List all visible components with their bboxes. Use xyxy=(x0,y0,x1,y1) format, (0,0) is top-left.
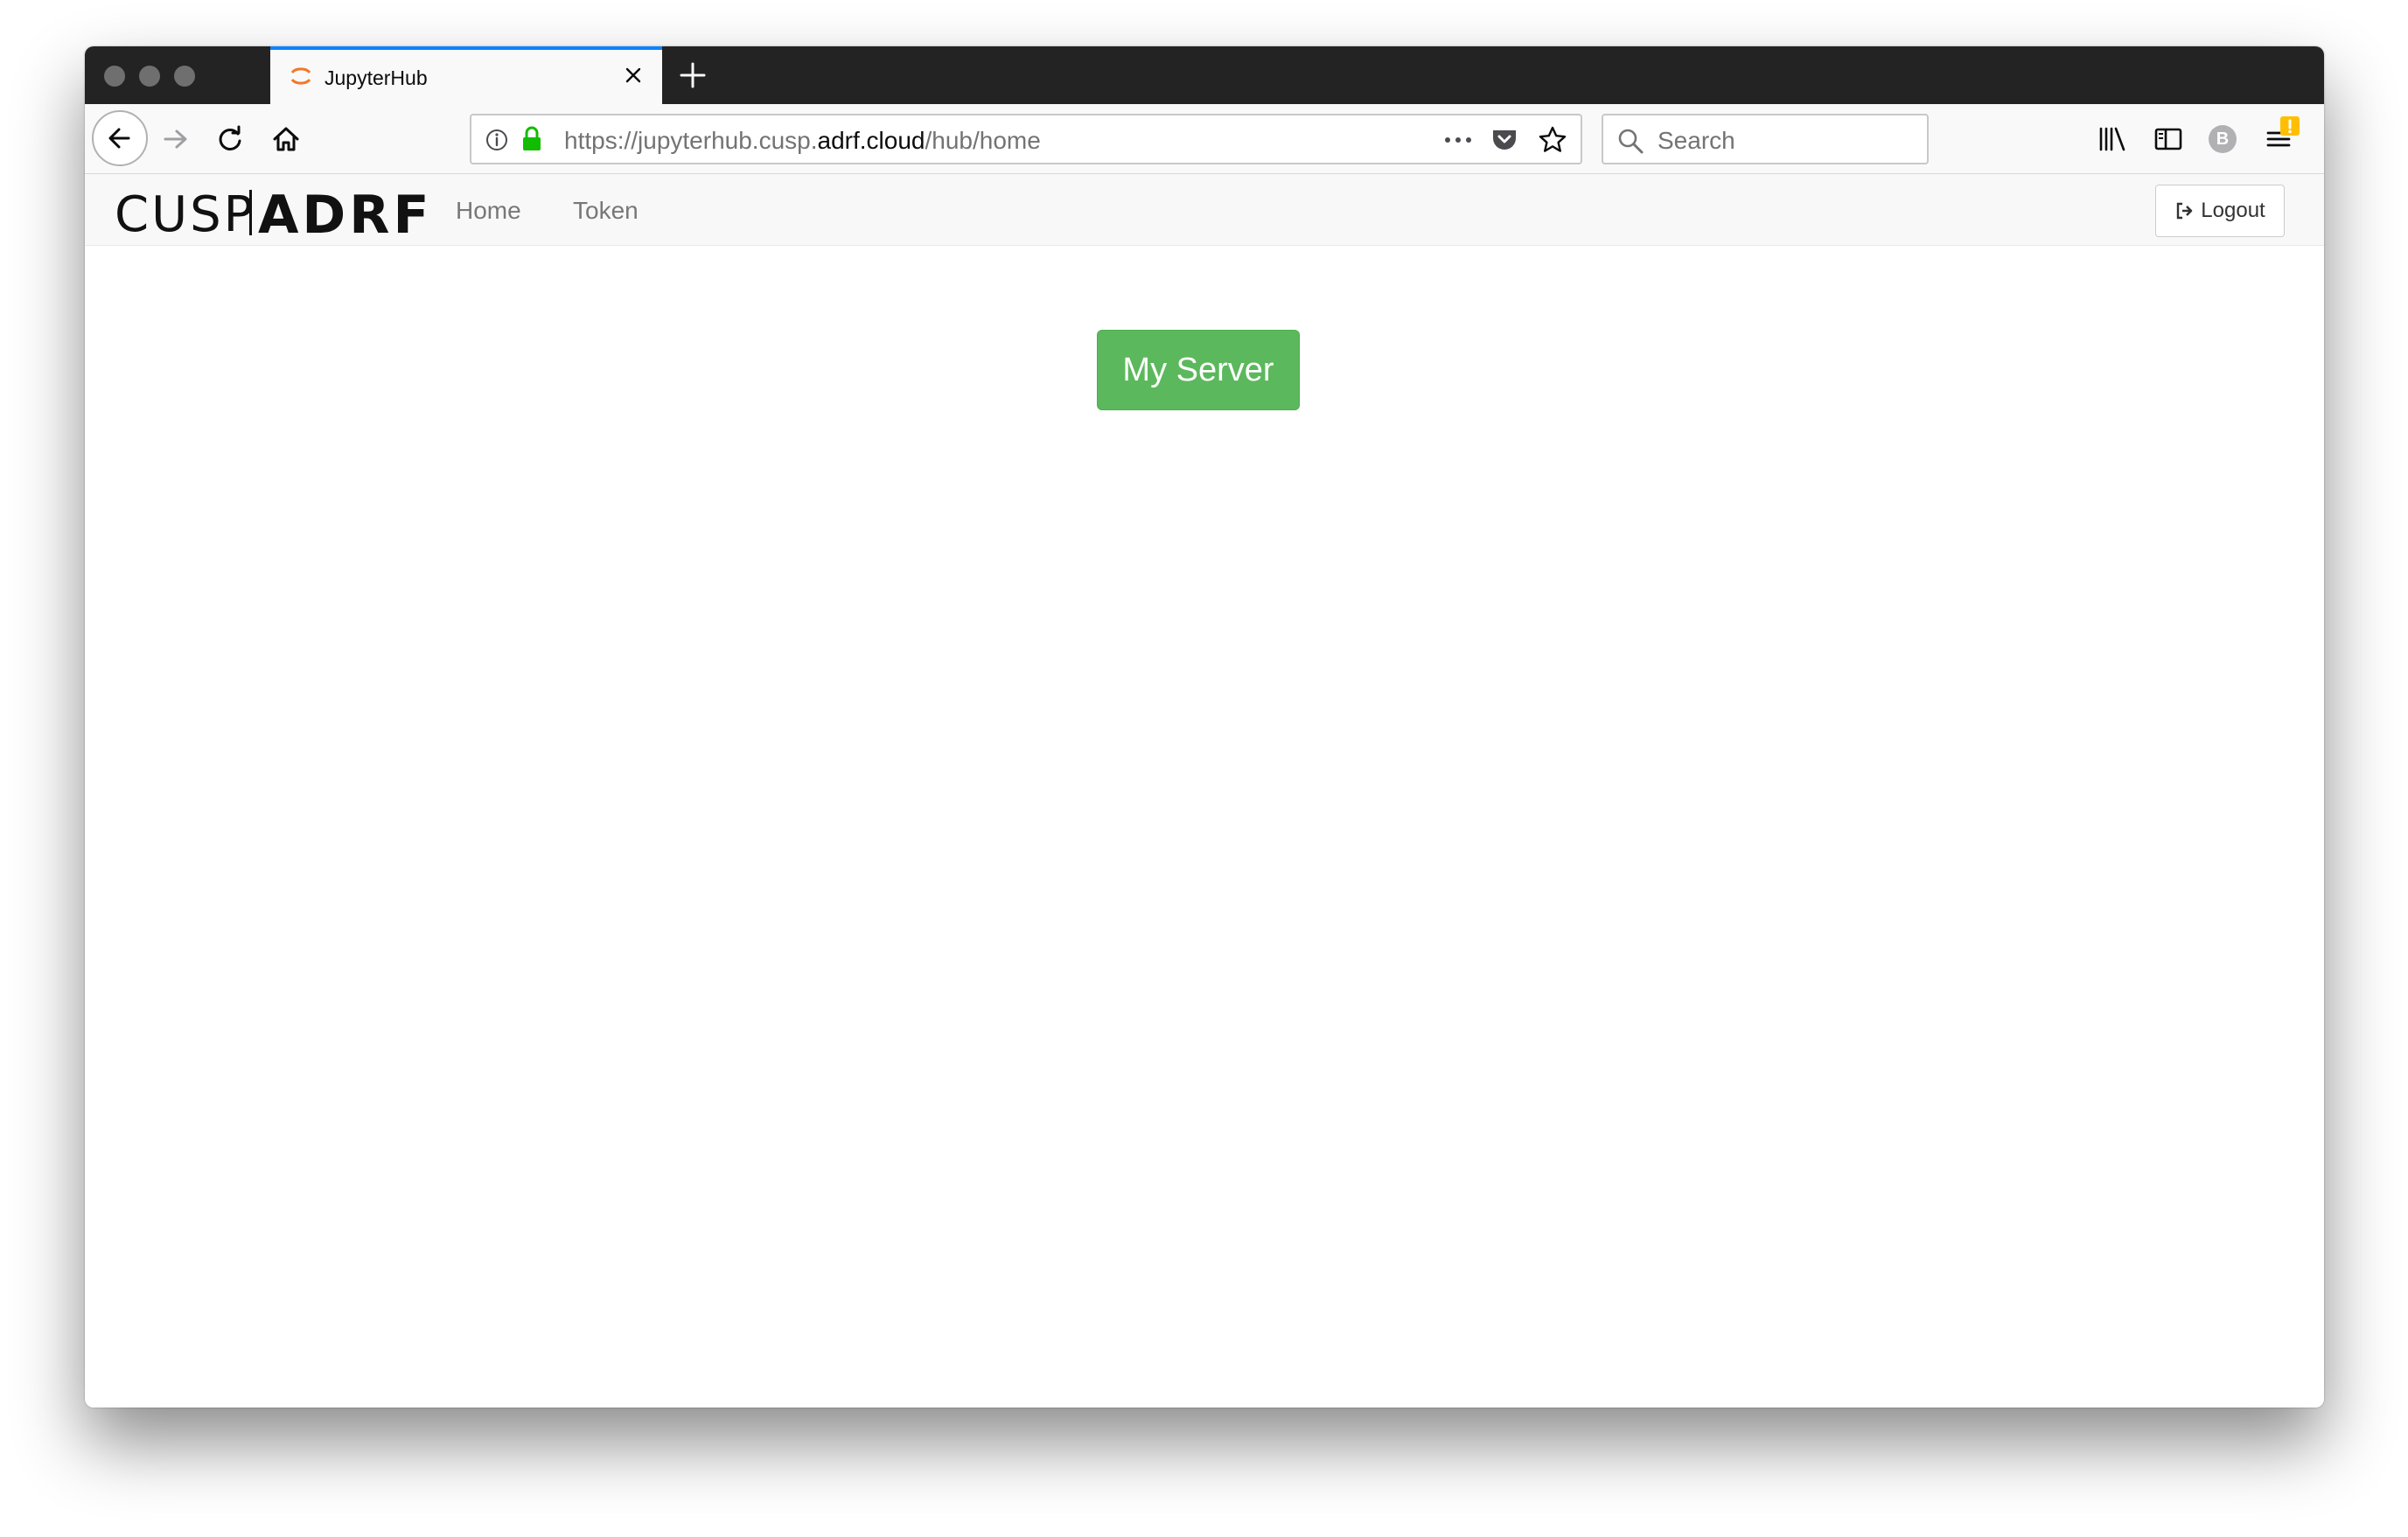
logo-divider xyxy=(249,190,252,235)
app-menu-button[interactable] xyxy=(2261,115,2314,164)
home-icon[interactable] xyxy=(269,122,304,157)
tab-jupyterhub[interactable]: JupyterHub xyxy=(270,46,662,104)
arrow-left-icon xyxy=(108,128,130,149)
bookmark-star-icon[interactable] xyxy=(1537,124,1568,156)
search-placeholder: Search xyxy=(1658,127,1735,154)
url-path: /hub/home xyxy=(925,127,1041,154)
logo-text-adrf: ADRF xyxy=(258,185,433,246)
search-icon xyxy=(1618,129,1644,154)
page-content: CUSP ADRF Home Token Logout My Server xyxy=(85,174,2324,1408)
profile-avatar[interactable]: B xyxy=(2209,125,2237,153)
logout-button[interactable]: Logout xyxy=(2155,185,2285,237)
pocket-icon[interactable] xyxy=(1490,126,1519,154)
logout-label: Logout xyxy=(2201,199,2265,222)
forward-arrow-icon[interactable] xyxy=(158,122,193,157)
close-tab-icon[interactable] xyxy=(618,60,648,90)
nav-token-link[interactable]: Token xyxy=(573,197,639,225)
my-server-button[interactable]: My Server xyxy=(1097,330,1300,410)
nav-toolbar: https://jupyterhub.cusp.adrf.cloud/hub/h… xyxy=(85,104,2324,174)
back-button[interactable] xyxy=(92,110,148,166)
new-tab-icon[interactable] xyxy=(674,57,711,94)
url-text[interactable]: https://jupyterhub.cusp.adrf.cloud/hub/h… xyxy=(564,127,1041,155)
nav-home-link[interactable]: Home xyxy=(456,197,521,225)
info-icon[interactable] xyxy=(484,127,510,153)
reload-icon[interactable] xyxy=(213,122,248,157)
window-close-dot[interactable] xyxy=(104,66,125,87)
library-icon[interactable] xyxy=(2095,122,2130,157)
jupyter-favicon-icon xyxy=(290,67,311,85)
search-bar[interactable]: Search xyxy=(1602,114,1929,164)
page-actions-icon[interactable] xyxy=(1442,129,1474,150)
window-zoom-dot[interactable] xyxy=(174,66,195,87)
lock-icon[interactable] xyxy=(519,125,545,153)
sign-out-icon xyxy=(2177,202,2193,220)
tab-strip: JupyterHub xyxy=(85,46,2324,104)
url-host: adrf.cloud xyxy=(817,127,925,154)
browser-window: JupyterHub https://jupyterhub.cusp.adrf.… xyxy=(85,46,2324,1408)
logo-text-cusp: CUSP xyxy=(115,186,256,243)
sidebar-toggle-icon[interactable] xyxy=(2151,122,2186,157)
url-prefix: https://jupyterhub.cusp. xyxy=(564,127,818,154)
window-minimize-dot[interactable] xyxy=(139,66,160,87)
site-navbar: CUSP ADRF Home Token Logout xyxy=(85,174,2324,246)
my-server-label: My Server xyxy=(1122,351,1274,388)
update-warning-icon xyxy=(2280,116,2300,136)
tab-title: JupyterHub xyxy=(325,66,428,89)
url-bar[interactable]: https://jupyterhub.cusp.adrf.cloud/hub/h… xyxy=(470,114,1582,164)
